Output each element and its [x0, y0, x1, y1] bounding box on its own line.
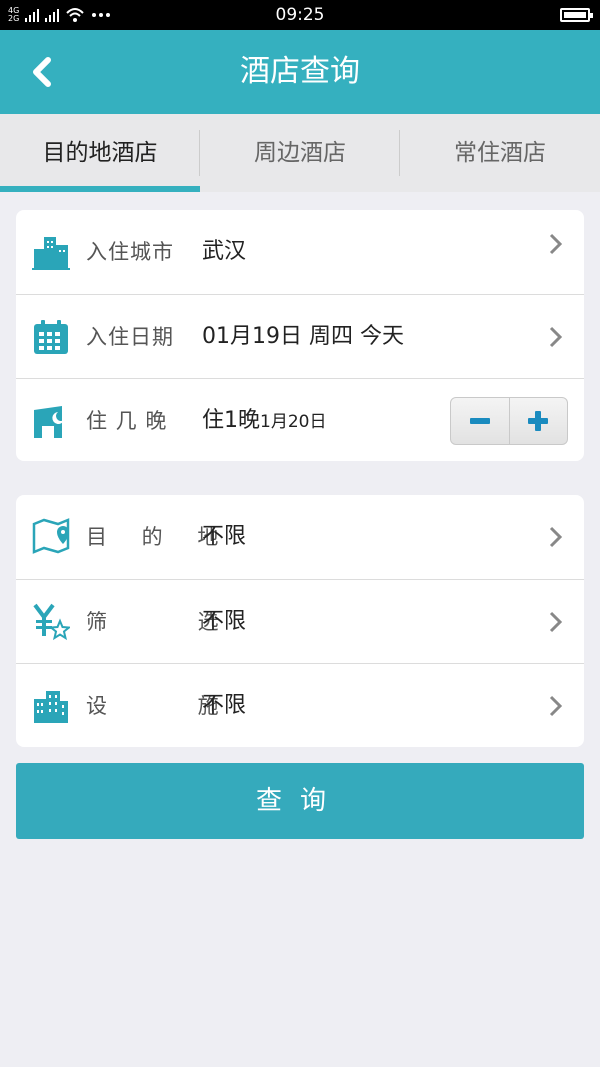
nights-stepper [450, 397, 568, 445]
app-header: 酒店查询 [0, 30, 600, 114]
nights-value: 住1晚1月20日 [202, 379, 326, 461]
checkin-city-value: 武汉 [202, 239, 247, 264]
chevron-right-icon [549, 695, 563, 717]
chevron-right-icon [549, 611, 563, 633]
chevron-right-icon [549, 326, 563, 348]
tab-frequent-hotels[interactable]: 常住酒店 [400, 114, 600, 192]
checkin-date-label: 入住日期 [86, 325, 174, 349]
checkin-date-value: 01月19日 周四 今天 [202, 324, 404, 349]
increase-nights-button[interactable] [509, 397, 568, 445]
decrease-nights-button[interactable] [450, 397, 510, 445]
back-button[interactable] [22, 50, 66, 94]
tab-nearby-hotels[interactable]: 周边酒店 [200, 114, 400, 192]
status-bar: 4G 2G 09:25 [0, 0, 600, 30]
building-icon [34, 691, 68, 723]
map-pin-icon [32, 518, 70, 554]
facilities-value: 不限 [202, 693, 247, 718]
battery-icon [560, 8, 593, 22]
tab-label: 常住酒店 [454, 140, 546, 166]
calendar-icon [34, 320, 68, 354]
tab-destination-hotels[interactable]: 目的地酒店 [0, 114, 200, 192]
city-buildings-icon [32, 237, 70, 270]
page-title: 酒店查询 [240, 54, 360, 89]
checkout-date: 1月20日 [260, 412, 327, 432]
tab-label: 周边酒店 [254, 140, 346, 166]
yen-star-icon [33, 603, 70, 641]
facilities-row[interactable]: 设 施 不限 [16, 663, 584, 747]
chevron-left-icon [33, 57, 51, 87]
nights-count: 住1晚 [202, 408, 260, 433]
checkin-city-label: 入住城市 [86, 240, 174, 264]
chevron-right-icon [549, 233, 563, 255]
minus-icon [469, 418, 490, 424]
tab-label: 目的地酒店 [42, 140, 158, 166]
search-button[interactable]: 查询 [16, 763, 584, 839]
nights-row: 住 几 晚 住1晚1月20日 [16, 378, 584, 461]
nights-label: 住 几 晚 [86, 409, 168, 433]
status-time: 09:25 [275, 5, 325, 25]
destination-row[interactable]: 目 的 地 不限 [16, 495, 584, 579]
screening-value: 不限 [202, 609, 247, 634]
plus-icon [528, 411, 549, 431]
filter-card: 目 的 地 不限 筛 选 不限 设 施 不限 [16, 495, 584, 747]
checkin-city-row[interactable]: 入住城市 武汉 [16, 210, 584, 294]
destination-value: 不限 [202, 524, 247, 549]
night-stay-icon [34, 406, 64, 438]
checkin-date-row[interactable]: 入住日期 01月19日 周四 今天 [16, 294, 584, 378]
booking-card: 入住城市 武汉 入住日期 01月19日 周四 今天 住 几 晚 住1晚1月20日 [16, 210, 584, 461]
screening-row[interactable]: 筛 选 不限 [16, 579, 584, 663]
hotel-type-tabs: 目的地酒店 周边酒店 常住酒店 [0, 114, 600, 192]
chevron-right-icon [549, 526, 563, 548]
